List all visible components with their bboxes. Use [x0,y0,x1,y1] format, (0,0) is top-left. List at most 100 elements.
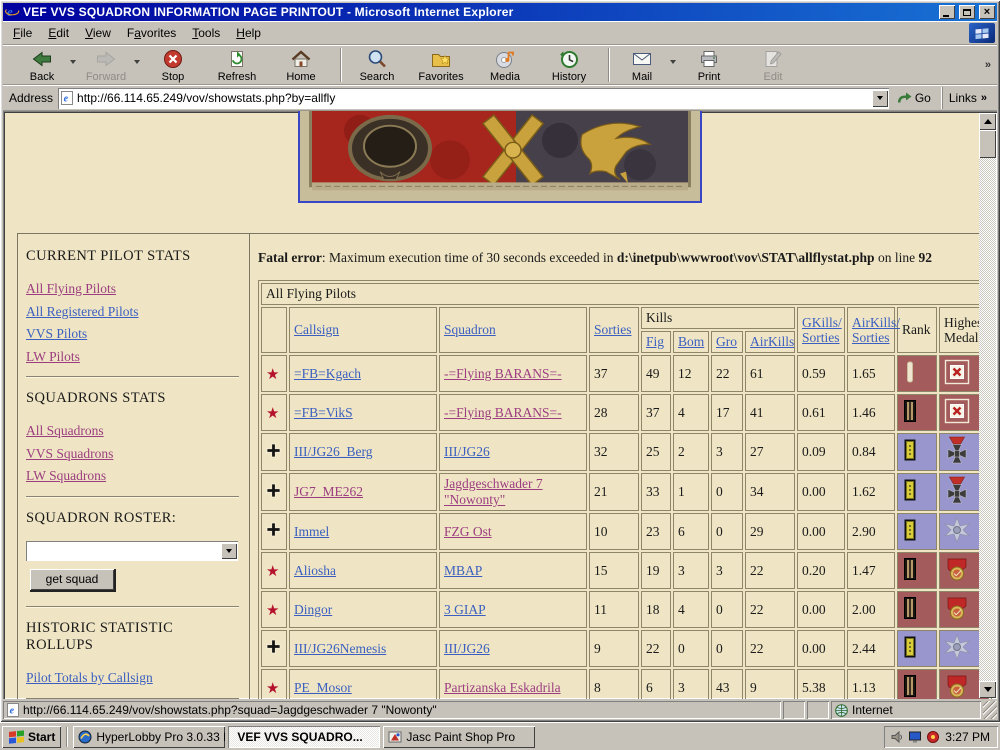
header-link-gkills-sorties[interactable]: GKills/Sorties [802,315,840,346]
toolbar-dropdown-arrow[interactable] [134,60,140,64]
header-link-gro[interactable]: Gro [716,334,737,349]
maximize-button[interactable] [959,5,975,19]
squadron-link[interactable]: III/JG26 [444,641,490,656]
callsign-link[interactable]: JG7_ME262 [294,484,363,499]
squadron-link[interactable]: -=Flying BARANS=- [444,366,562,381]
squadron-link[interactable]: 3 GIAP [444,602,486,617]
toolbar-button-history[interactable]: History [539,47,603,84]
sidebar-link-all-flying-pilots[interactable]: All Flying Pilots [26,279,116,299]
header-link-bom[interactable]: Bom [678,334,704,349]
sidebar-link-lw-pilots[interactable]: LW Pilots [26,347,80,367]
start-button[interactable]: Start [2,726,61,748]
get-squad-button[interactable]: get squad [30,569,116,592]
status-bar: e http://66.114.65.249/vov/showstats.php… [3,699,997,719]
sidebar-link-vvs-squadrons[interactable]: VVS Squadrons [26,444,113,464]
header-link-airkills-sorties[interactable]: AirKills/Sorties [852,315,890,346]
display-icon[interactable] [908,730,922,744]
address-input[interactable] [77,91,868,105]
scanner-icon[interactable] [926,730,940,744]
links-bar[interactable]: Links » [942,87,993,109]
scroll-down-button[interactable] [979,681,996,698]
sidebar-link-all-registered-pilots[interactable]: All Registered Pilots [26,302,139,322]
gkills-per-sortie-cell: 0.00 [797,513,845,550]
callsign-link[interactable]: III/JG26_Berg [294,444,373,459]
header-link-fig[interactable]: Fig [646,334,664,349]
callsign-link[interactable]: =FB=VikS [294,405,353,420]
close-button[interactable]: × [979,5,995,19]
menu-item-tools[interactable]: Tools [184,24,228,42]
toolbar-button-mail[interactable]: Mail [615,47,679,84]
sidebar-link-pilot-totals-by-callsign[interactable]: Pilot Totals by Callsign [26,668,153,688]
callsign-link[interactable]: Aliosha [294,563,336,578]
roster-dropdown-button[interactable] [221,543,237,559]
menu-item-help[interactable]: Help [228,24,269,42]
minimize-button[interactable] [939,5,955,19]
airkills-per-sortie-cell: 1.47 [847,552,895,589]
go-icon [896,91,912,105]
sidebar-link-lw-squadrons[interactable]: LW Squadrons [26,466,106,486]
toolbar-button-back[interactable]: Back [15,47,79,84]
task-button-vef-vvs-squadro[interactable]: VEF VVS SQUADRO... [228,726,380,748]
callsign-cell: III/JG26_Berg [289,433,437,471]
balkenkreuz-icon [266,639,281,654]
vvs-rank-epaulette-icon [902,557,918,581]
task-button-jasc-paint-shop-pro[interactable]: Jasc Paint Shop Pro [383,726,535,748]
header-link-airkills[interactable]: AirKills [750,334,794,349]
toolbar-button-favorites[interactable]: Favorites [411,47,475,84]
squadron-link[interactable]: FZG Ost [444,524,492,539]
toolbar-button-print[interactable]: Print [679,47,743,84]
toolbar-button-home[interactable]: Home [271,47,335,84]
home-icon [290,48,312,70]
sorties-cell: 8 [589,669,639,699]
squadron-cell: 3 GIAP [439,591,587,628]
callsign-link[interactable]: III/JG26Nemesis [294,641,386,656]
squadron-link[interactable]: Jagdgeschwader 7 "Nowonty" [444,476,543,507]
toolbar-button-stop[interactable]: Stop [143,47,207,84]
hyperlobby-icon [78,730,92,744]
scroll-thumb[interactable] [979,130,996,158]
menu-item-favorites[interactable]: Favorites [119,24,184,42]
squadron-link[interactable]: MBAP [444,563,482,578]
resize-grip[interactable] [983,701,997,719]
sidebar-link-vvs-pilots[interactable]: VVS Pilots [26,324,87,344]
address-dropdown-button[interactable] [872,90,888,107]
toolbar-button-media[interactable]: Media [475,47,539,84]
fig-kills-cell: 6 [641,669,671,699]
airkills-cell: 22 [745,630,795,667]
toolbar-button-search[interactable]: Search [347,47,411,84]
airkills-per-sortie-cell: 2.00 [847,591,895,628]
favorites-icon [430,48,452,70]
callsign-link[interactable]: =FB=Kgach [294,366,361,381]
callsign-link[interactable]: Dingor [294,602,332,617]
task-button-hyperlobby-pro-3-0-33-beta[interactable]: HyperLobby Pro 3.0.33 BETA [73,726,225,748]
sidebar-link-all-squadrons[interactable]: All Squadrons [26,421,104,441]
vertical-scrollbar[interactable] [979,113,996,698]
history-icon [558,48,580,70]
squadron-cell: FZG Ost [439,513,587,550]
squadron-link[interactable]: Partizanska Eskadrila [444,680,561,695]
bom-kills-cell: 1 [673,473,709,511]
roster-select[interactable] [26,541,238,561]
callsign-cell: JG7_ME262 [289,473,437,511]
sidebar-heading-squadron-roster: SQUADRON ROSTER: [26,510,239,527]
menu-item-edit[interactable]: Edit [40,24,77,42]
squadron-link[interactable]: -=Flying BARANS=- [444,405,562,420]
callsign-link[interactable]: PE_Mosor [294,680,352,695]
task-buttons: HyperLobby Pro 3.0.33 BETA VEF VVS SQUADR… [73,726,535,748]
toolbar-button-refresh[interactable]: Refresh [207,47,271,84]
callsign-link[interactable]: Immel [294,524,329,539]
header-link-sorties[interactable]: Sorties [594,322,632,337]
toolbar-dropdown-arrow[interactable] [70,60,76,64]
task-label: VEF VVS SQUADRO... [237,730,362,744]
menu-item-file[interactable]: File [5,24,40,42]
squadron-link[interactable]: III/JG26 [444,444,490,459]
toolbar-label-stop: Stop [162,71,185,83]
header-link-callsign[interactable]: Callsign [294,322,339,337]
menu-item-view[interactable]: View [77,24,119,42]
volume-icon[interactable] [890,730,904,744]
header-link-squadron[interactable]: Squadron [444,322,496,337]
scroll-up-button[interactable] [979,113,996,130]
toolbar-dropdown-arrow[interactable] [670,60,676,64]
toolbar-overflow-chevron[interactable]: » [985,59,995,71]
go-button[interactable]: Go [894,91,937,105]
